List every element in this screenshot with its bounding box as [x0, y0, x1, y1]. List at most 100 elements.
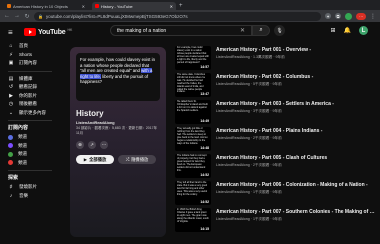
video-channel[interactable]: ListenAndReadAlong · 2千次觀看 · 9年前: [216, 163, 375, 168]
list-item[interactable]: The Indians had no concept of property, …: [175, 154, 375, 180]
close-tab-icon[interactable]: ✕: [170, 4, 173, 9]
browser-tab-2[interactable]: History - YouTube ✕: [92, 2, 176, 10]
list-item[interactable]: For example, how could slavery exist in …: [175, 46, 375, 72]
thumbnail-caption: The Indians had no concept of property, …: [177, 154, 207, 172]
sidebar-item-home[interactable]: ⌂ 首頁: [8, 42, 54, 51]
video-title[interactable]: American History - Part 003 - Settlers i…: [216, 101, 375, 107]
video-channel[interactable]: ListenAndReadAlong · 5千次觀看 · 9年前: [216, 82, 375, 87]
channel-avatar: [8, 134, 13, 140]
sidebar-item-label: 媒體庫: [19, 75, 33, 81]
thumbnail-caption: For example, how could slavery exist in …: [177, 46, 209, 64]
browser-tab-1[interactable]: American History in 10 Objects ✕: [4, 2, 88, 10]
playlist-thumbnail[interactable]: For example, how could slavery exist in …: [76, 53, 160, 101]
extension-icon[interactable]: ✦: [325, 13, 331, 19]
video-duration: 14:49: [199, 119, 210, 123]
search-input[interactable]: the making of a nation ✕: [110, 25, 252, 36]
sidebar-item-subscriptions[interactable]: ▣ 訂閱內容: [8, 59, 54, 68]
video-duration: 14:48: [199, 146, 210, 150]
video-duration: 14:52: [199, 173, 210, 177]
sidebar-item-label: 訂閱內容: [19, 60, 37, 66]
channel-avatar: [8, 160, 13, 166]
browser-menu-icon[interactable]: ⋮: [370, 13, 376, 20]
sidebar-channel[interactable]: 頻道: [8, 142, 54, 151]
browser-tab-strip: American History in 10 Objects ✕ History…: [0, 0, 380, 10]
explore-heading: 探索: [8, 175, 19, 181]
playlist-actions: ⊕ ↗ ⋯: [76, 141, 160, 149]
hamburger-menu-icon[interactable]: ≡: [8, 28, 20, 37]
sidebar-item-trending[interactable]: ♯ 發燒影片: [8, 183, 54, 192]
video-channel[interactable]: ListenAndReadAlong · 3千次觀看 · 9年前: [216, 109, 375, 114]
close-tab-icon[interactable]: ✕: [82, 4, 85, 9]
sidebar-channel[interactable]: 頻道: [8, 159, 54, 168]
create-video-icon[interactable]: ⊞: [330, 27, 335, 34]
sidebar-item-shorts[interactable]: ⚡ Shorts: [8, 51, 54, 60]
sidebar-item-library[interactable]: ▤ 媒體庫: [8, 75, 54, 84]
save-playlist-icon[interactable]: ⊕: [76, 141, 84, 149]
shuffle-button[interactable]: ⤮ 隨機播放: [118, 155, 156, 164]
play-icon: ▶: [83, 156, 88, 162]
sidebar-item-music[interactable]: ♪ 音樂: [8, 192, 54, 201]
channel-label: 頻道: [18, 159, 27, 165]
clear-search-icon[interactable]: ✕: [240, 27, 245, 34]
puzzle-icon[interactable]: ⧉: [335, 13, 341, 19]
list-item[interactable]: They actually got little or nothing from…: [175, 127, 375, 153]
tab-label: American History in 10 Objects: [13, 3, 68, 9]
reload-icon[interactable]: ↻: [24, 13, 30, 20]
sidebar-channel[interactable]: 頻道: [8, 133, 54, 142]
search-button[interactable]: ⌕: [252, 25, 270, 36]
error-badge[interactable]: ⋯: [356, 12, 366, 20]
profile-avatar[interactable]: [345, 12, 352, 20]
video-channel[interactable]: ListenAndReadAlong · 1千次觀看 · 9年前: [216, 217, 375, 222]
browser-toolbar: ← → ↻ 🔒 youtube.com/playlist?list=PL8dPu…: [0, 10, 380, 22]
more-options-icon[interactable]: ⋯: [100, 141, 108, 149]
sidebar-item-show-more[interactable]: ⌄ 顯示更多內容: [8, 109, 54, 118]
list-item[interactable]: In 1663 the British King Charles II gave…: [175, 208, 375, 234]
video-channel[interactable]: ListenAndReadAlong · 1.3萬次觀看 · 9年前: [216, 55, 375, 60]
country-code: HK: [67, 28, 73, 32]
forward-icon[interactable]: →: [14, 13, 20, 19]
sidebar-item-label: 顯示更多內容: [19, 109, 46, 115]
video-title[interactable]: American History - Part 004 - Plains Ind…: [216, 128, 375, 134]
video-channel[interactable]: ListenAndReadAlong · 1千次觀看 · 9年前: [216, 190, 375, 195]
sidebar-channel[interactable]: 頻道: [8, 150, 54, 159]
video-thumbnail[interactable]: In 1663 the British King Charles II gave…: [175, 208, 211, 232]
sidebar-item-your-videos[interactable]: ▶ 你的影片: [8, 92, 54, 101]
channel-label: 頻道: [18, 151, 27, 157]
video-title[interactable]: American History - Part 002 - Columbus -: [216, 74, 375, 80]
video-title[interactable]: American History - Part 007 - Southern C…: [216, 209, 375, 215]
youtube-logo[interactable]: YouTube HK: [24, 28, 72, 36]
sidebar-divider: [8, 170, 52, 171]
video-thumbnail[interactable]: They left all their land to the state. B…: [175, 181, 211, 205]
video-thumbnail[interactable]: He called them St. Christopher's island …: [175, 100, 211, 124]
list-item[interactable]: They left all their land to the state. B…: [175, 181, 375, 207]
play-all-button[interactable]: ▶ 全部播放: [76, 155, 114, 164]
account-avatar[interactable]: L: [359, 26, 368, 35]
sidebar-item-history[interactable]: ↺ 觀看記錄: [8, 83, 54, 92]
sidebar-item-watch-later[interactable]: ◷ 稍後觀看: [8, 100, 54, 109]
microphone-icon: 🎙: [276, 27, 283, 34]
share-icon[interactable]: ↗: [88, 141, 96, 149]
list-item[interactable]: He called them St. Christopher's island …: [175, 100, 375, 126]
video-title[interactable]: American History - Part 006 - Colonizati…: [216, 182, 375, 188]
video-title[interactable]: American History - Part 005 - Clash of C…: [216, 155, 375, 161]
tab-label: History - YouTube: [101, 3, 133, 9]
notifications-icon[interactable]: 🔔: [344, 27, 351, 34]
address-bar[interactable]: 🔒 youtube.com/playlist?list=PL8dPuuaLjXt…: [34, 11, 321, 21]
video-thumbnail[interactable]: The same date, Columbus still did not kn…: [175, 73, 211, 97]
back-icon[interactable]: ←: [4, 13, 10, 19]
playlist-owner[interactable]: ListenAndReadAlong: [76, 121, 160, 125]
youtube-favicon-icon: [95, 4, 99, 8]
voice-search-button[interactable]: 🎙: [274, 25, 285, 36]
search-icon: ⌕: [259, 27, 263, 33]
list-item[interactable]: The same date, Columbus still did not kn…: [175, 73, 375, 99]
video-info: American History - Part 001 - Overview -…: [216, 46, 375, 72]
video-thumbnail[interactable]: They actually got little or nothing from…: [175, 127, 211, 151]
sidebar-item-label: 稍後觀看: [19, 101, 37, 107]
video-title[interactable]: American History - Part 001 - Overview -: [216, 47, 375, 53]
video-thumbnail[interactable]: For example, how could slavery exist in …: [175, 46, 211, 70]
video-duration: 13:47: [199, 92, 210, 96]
video-channel[interactable]: ListenAndReadAlong · 2千次觀看 · 9年前: [216, 136, 375, 141]
video-thumbnail[interactable]: The Indians had no concept of property, …: [175, 154, 211, 178]
header-actions: ⊞ 🔔 L: [330, 26, 368, 35]
new-tab-button[interactable]: +: [179, 2, 183, 10]
